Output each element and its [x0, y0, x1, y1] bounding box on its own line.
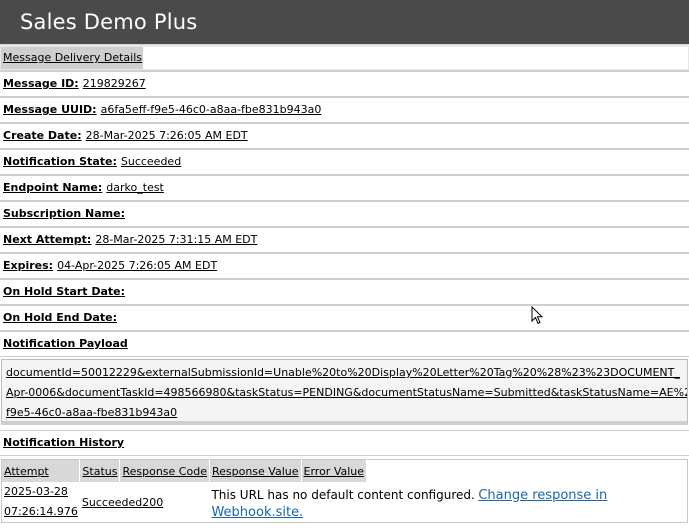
detail-value: darko_test: [106, 181, 164, 194]
detail-value: Succeeded: [120, 155, 182, 168]
detail-label: Endpoint Name:: [3, 181, 103, 194]
app-title: Sales Demo Plus: [20, 10, 198, 34]
payload-line: Apr-0006&documentTaskId=498566980&taskSt…: [6, 386, 688, 399]
history-heading: Notification History: [3, 436, 125, 449]
history-table: Attempt Status Response Code Response Va…: [1, 459, 688, 523]
detail-label: Next Attempt:: [3, 233, 92, 246]
col-attempt: Attempt: [1, 459, 81, 482]
detail-row-on-hold-end: On Hold End Date:: [0, 305, 689, 331]
detail-value: 219829267: [82, 77, 146, 90]
response-value-cell: This URL has no default content configur…: [209, 482, 687, 523]
details-list: Message ID: 219829267 Message UUID: a6fa5e…: [0, 71, 689, 357]
detail-row-subscription-name: Subscription Name:: [0, 201, 689, 227]
response-text: This URL has no default content configur…: [211, 487, 475, 502]
detail-label: Message UUID:: [3, 103, 97, 116]
payload-line: documentId=50012229&externalSubmissionId…: [6, 366, 680, 379]
detail-value: a6fa5eff-f9e5-46c0-a8aa-fbe831b943a0: [100, 103, 322, 116]
col-error-value: Error Value: [301, 459, 368, 482]
detail-label: Expires:: [3, 259, 54, 272]
col-status: Status: [79, 459, 121, 482]
detail-value: 28-Mar-2025 7:31:15 AM EDT: [95, 233, 258, 246]
page: Sales Demo Plus Message Delivery Details…: [0, 0, 689, 523]
history-heading-row: Notification History: [0, 430, 689, 456]
detail-label: Create Date:: [3, 129, 82, 142]
detail-row-on-hold-start: On Hold Start Date:: [0, 279, 689, 305]
detail-row-notification-state: Notification State: Succeeded: [0, 149, 689, 175]
detail-label: Notification State:: [3, 155, 117, 168]
tab-message-delivery-details[interactable]: Message Delivery Details: [1, 47, 144, 69]
status-code-cell: Succeeded200: [80, 482, 210, 523]
payload-heading: Notification Payload: [3, 337, 128, 350]
tab-bar-fill: [143, 47, 688, 69]
mouse-pointer-icon: [531, 306, 544, 325]
detail-row-next-attempt: Next Attempt: 28-Mar-2025 7:31:15 AM EDT: [0, 227, 689, 253]
response-code-value: 200: [142, 495, 164, 509]
status-value: Succeeded: [81, 495, 143, 509]
attempt-date: 2025-03-28: [4, 485, 68, 498]
col-response-value: Response Value: [209, 459, 302, 482]
detail-row-create-date: Create Date: 28-Mar-2025 7:26:05 AM EDT: [0, 123, 689, 149]
header-spacer: [366, 459, 688, 482]
detail-row-message-id: Message ID: 219829267: [0, 71, 689, 97]
detail-value: 04-Apr-2025 7:26:05 AM EDT: [57, 259, 218, 272]
attempt-cell: 2025-03-28 07:26:14.976: [2, 482, 80, 523]
detail-row-message-uuid: Message UUID: a6fa5eff-f9e5-46c0-a8aa-fbe…: [0, 97, 689, 123]
payload-line: f9e5-46c0-a8aa-fbe831b943a0: [6, 406, 178, 419]
detail-label: Subscription Name:: [3, 207, 125, 220]
detail-label: Message ID:: [3, 77, 79, 90]
detail-value: 28-Mar-2025 7:26:05 AM EDT: [85, 129, 248, 142]
detail-row-expires: Expires: 04-Apr-2025 7:26:05 AM EDT: [0, 253, 689, 279]
history-row: 2025-03-28 07:26:14.976 Succeeded200 Thi…: [2, 482, 688, 523]
app-header: Sales Demo Plus: [0, 0, 689, 44]
detail-label: On Hold Start Date:: [3, 285, 126, 298]
history-header-row: Attempt Status Response Code Response Va…: [1, 459, 688, 482]
detail-label: On Hold End Date:: [3, 311, 117, 324]
tab-bar: Message Delivery Details: [0, 44, 689, 71]
payload-heading-row: Notification Payload: [0, 331, 689, 357]
attempt-time: 07:26:14.976: [4, 505, 78, 518]
payload-box[interactable]: documentId=50012229&externalSubmissionId…: [1, 359, 688, 425]
detail-row-endpoint-name: Endpoint Name: darko_test: [0, 175, 689, 201]
col-response-code: Response Code: [119, 459, 210, 482]
